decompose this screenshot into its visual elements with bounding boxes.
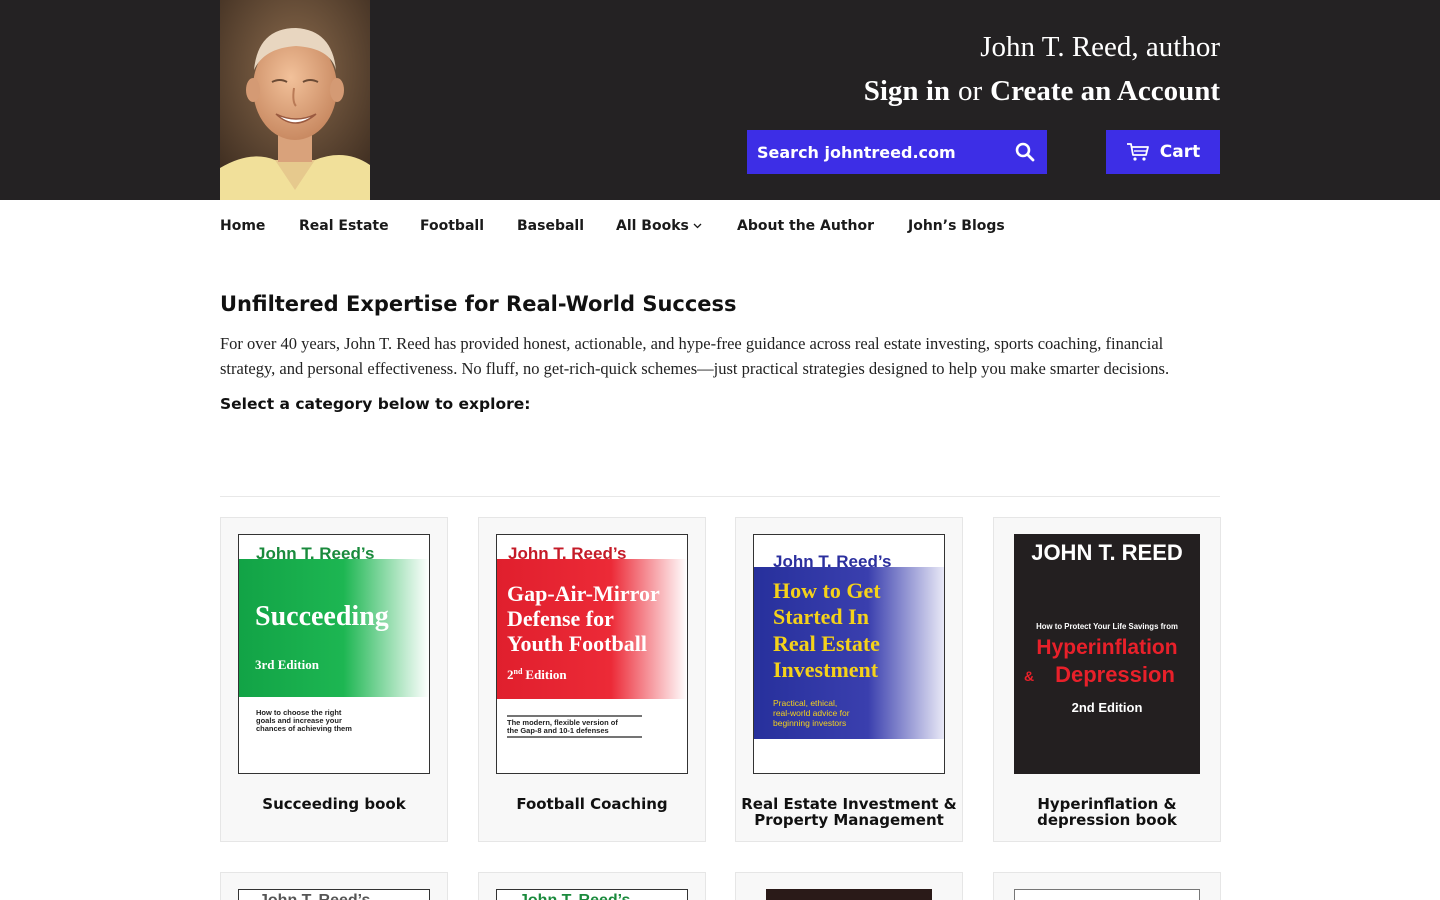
succeeding-cover-edition: 3rd Edition <box>255 657 320 672</box>
search-input[interactable] <box>747 130 1003 174</box>
page-heading: Unfiltered Expertise for Real-World Succ… <box>220 292 737 316</box>
search-button[interactable] <box>1003 130 1047 174</box>
category-card-row2-1[interactable]: John T. Reed’s <box>220 872 448 900</box>
row2-cover-art-2: John T. Reed’s <box>519 892 631 900</box>
create-account-link[interactable]: Create an Account <box>990 75 1220 107</box>
real-estate-cover-title-1: How to Get <box>773 578 881 603</box>
real-estate-card-title-line-1: Real Estate Investment & <box>741 795 957 813</box>
succeeding-card-title: Succeeding book <box>262 795 406 813</box>
or-separator: or <box>958 75 983 107</box>
sign-in-link[interactable]: Sign in <box>864 75 950 107</box>
football-cover-title-1: Gap-Air-Mirror <box>507 581 660 606</box>
football-cover-title-3: Youth Football <box>507 631 647 656</box>
main-nav: Home Real Estate Football Baseball All B… <box>220 214 1005 238</box>
row2-book-cover-1: John T. Reed’s <box>238 889 430 900</box>
account-links: Sign in or Create an Account <box>864 75 1220 108</box>
hyperinflation-cover-title-2: Depression <box>1055 662 1175 687</box>
author-portrait-image <box>220 0 370 200</box>
nav-home[interactable]: Home <box>220 218 299 234</box>
nav-about-author[interactable]: About the Author <box>737 218 908 234</box>
category-card-row2-4[interactable] <box>993 872 1221 900</box>
category-card-football[interactable]: John T. Reed’s Gap-Air-Mirror Defense fo… <box>478 517 706 842</box>
intro-paragraph: For over 40 years, John T. Reed has prov… <box>220 334 1170 378</box>
hyperinflation-cover-title-1: Hyperinflation <box>1036 636 1177 659</box>
category-prompt: Select a category below to explore: <box>220 395 531 413</box>
real-estate-book-cover: John T. Reed’s How to Get Started In Rea… <box>753 534 945 774</box>
nav-home-label: Home <box>220 218 266 234</box>
real-estate-cover-subtitle-3: beginning investors <box>773 718 846 728</box>
succeeding-cover-subtitle-3: chances of achieving them <box>256 724 352 733</box>
intro-section: Unfiltered Expertise for Real-World Succ… <box>220 292 1220 413</box>
succeeding-cover-art: John T. Reed’s Succeeding 3rd Edition Ho… <box>239 544 429 733</box>
nav-johns-blogs-label: John’s Blogs <box>908 218 1005 234</box>
row2-book-cover-3 <box>766 889 932 900</box>
real-estate-cover-title-4: Investment <box>773 657 879 682</box>
nav-football[interactable]: Football <box>420 218 517 234</box>
row2-cover-1-brand: John T. Reed’s <box>259 892 371 900</box>
real-estate-cover-subtitle-2: real-world advice for <box>773 708 850 718</box>
football-cover-edition-sup: nd <box>514 667 523 676</box>
hyperinflation-card-title-line-1: Hyperinflation & <box>1037 795 1177 813</box>
hyperinflation-card-title-line-2: depression book <box>1037 811 1177 829</box>
nav-all-books[interactable]: All Books <box>616 218 737 234</box>
real-estate-cover-art: John T. Reed’s How to Get Started In Rea… <box>754 552 944 739</box>
nav-johns-blogs[interactable]: John’s Blogs <box>908 218 1005 234</box>
cart-label: Cart <box>1159 142 1201 162</box>
hyperinflation-cover-author: JOHN T. REED <box>1031 540 1183 565</box>
succeeding-cover-brand: John T. Reed’s <box>256 544 374 563</box>
succeeding-cover-title: Succeeding <box>255 601 389 632</box>
category-card-row2-3[interactable] <box>735 872 963 900</box>
site-title[interactable]: John T. Reed, author <box>980 31 1220 64</box>
football-book-cover: John T. Reed’s Gap-Air-Mirror Defense fo… <box>496 534 688 774</box>
hyperinflation-card-title: Hyperinflation & depression book <box>994 796 1220 828</box>
search-bar <box>747 130 1047 174</box>
football-cover-brand: John T. Reed’s <box>508 544 626 563</box>
nav-baseball[interactable]: Baseball <box>517 218 616 234</box>
nav-about-author-label: About the Author <box>737 218 875 234</box>
search-icon <box>1015 142 1035 162</box>
category-card-succeeding[interactable]: John T. Reed’s Succeeding 3rd Edition Ho… <box>220 517 448 842</box>
section-divider <box>220 496 1220 497</box>
nav-all-books-label: All Books <box>616 218 689 234</box>
football-cover-art: John T. Reed’s Gap-Air-Mirror Defense fo… <box>497 544 687 738</box>
football-cover-title-2: Defense for <box>507 606 614 631</box>
nav-football-label: Football <box>420 218 484 234</box>
hyperinflation-cover-kicker: How to Protect Your Life Savings from <box>1036 622 1178 631</box>
nav-real-estate-label: Real Estate <box>299 218 389 234</box>
real-estate-cover-brand: John T. Reed’s <box>773 552 891 571</box>
hyperinflation-book-cover: JOHN T. REED How to Protect Your Life Sa… <box>1014 534 1200 774</box>
hyperinflation-cover-amp: & <box>1024 668 1034 684</box>
row2-book-cover-4 <box>1014 889 1200 900</box>
row2-book-cover-2: John T. Reed’s <box>496 889 688 900</box>
succeeding-book-cover: John T. Reed’s Succeeding 3rd Edition Ho… <box>238 534 430 774</box>
hyperinflation-cover-edition: 2nd Edition <box>1072 700 1143 715</box>
site-header: John T. Reed, author Sign in or Create an … <box>0 0 1440 200</box>
row2-cover-art-1: John T. Reed’s <box>259 892 371 900</box>
chevron-down-icon <box>693 223 702 229</box>
cart-icon <box>1126 143 1149 161</box>
football-card-title: Football Coaching <box>516 795 668 813</box>
category-card-row2-2[interactable]: John T. Reed’s <box>478 872 706 900</box>
header-account-area: John T. Reed, author Sign in or Create an … <box>700 0 1220 200</box>
hyperinflation-cover-art: JOHN T. REED How to Protect Your Life Sa… <box>1014 534 1200 774</box>
category-card-hyperinflation[interactable]: JOHN T. REED How to Protect Your Life Sa… <box>993 517 1221 842</box>
football-cover-subtitle-2: the Gap-8 and 10-1 defenses <box>507 726 609 735</box>
cart-button[interactable]: Cart <box>1106 130 1220 174</box>
real-estate-card-title: Real Estate Investment & Property Manage… <box>736 796 962 828</box>
football-cover-edition-word: Edition <box>525 667 567 682</box>
real-estate-cover-title-2: Started In <box>773 604 869 629</box>
author-portrait[interactable] <box>220 0 370 200</box>
nav-baseball-label: Baseball <box>517 218 585 234</box>
real-estate-cover-subtitle-1: Practical, ethical, <box>773 698 837 708</box>
row2-cover-2-brand: John T. Reed’s <box>519 892 631 900</box>
real-estate-cover-title-3: Real Estate <box>773 631 880 656</box>
real-estate-card-title-line-2: Property Management <box>754 811 944 829</box>
category-card-real-estate[interactable]: John T. Reed’s How to Get Started In Rea… <box>735 517 963 842</box>
nav-real-estate[interactable]: Real Estate <box>299 218 420 234</box>
